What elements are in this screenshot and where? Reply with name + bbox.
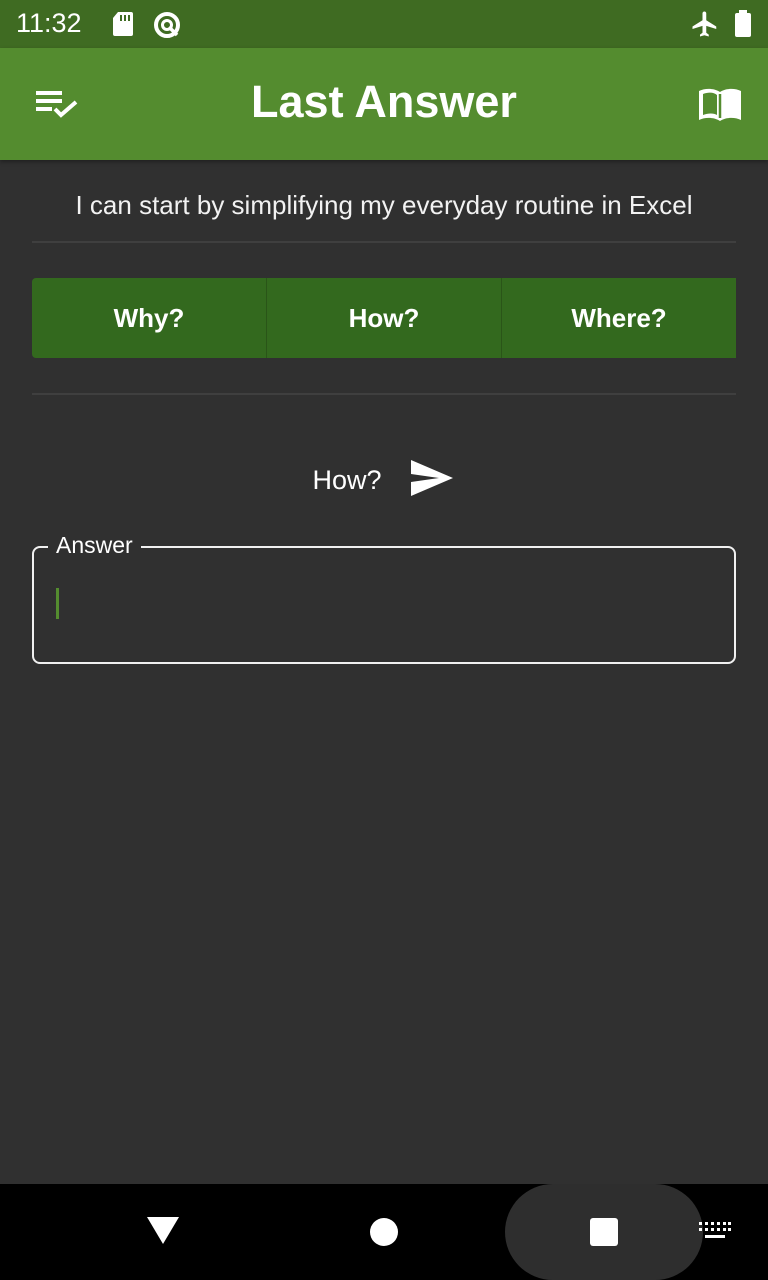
- recents-button[interactable]: [588, 1216, 620, 1253]
- divider-top: [32, 241, 736, 243]
- how-button[interactable]: How?: [267, 278, 502, 358]
- answer-input[interactable]: [54, 586, 714, 622]
- navigation-bar: [0, 1184, 768, 1280]
- app-bar: Last Answer: [0, 48, 768, 160]
- answer-field[interactable]: Answer: [32, 532, 736, 664]
- keyboard-icon: [698, 1222, 732, 1246]
- status-time: 11:32: [16, 8, 82, 38]
- sd-card-icon: [111, 10, 135, 43]
- question-text: I can start by simplifying my everyday r…: [75, 190, 693, 220]
- recents-icon: [588, 1218, 620, 1252]
- send-button[interactable]: [408, 456, 456, 504]
- selected-question-label: How?: [312, 464, 382, 495]
- page-title: Last Answer: [251, 76, 517, 127]
- airplane-mode-icon: [690, 9, 720, 44]
- home-icon: [368, 1218, 400, 1252]
- book-button[interactable]: [696, 80, 744, 128]
- send-icon: [409, 458, 455, 503]
- why-button[interactable]: Why?: [32, 278, 267, 358]
- selected-question-row: How?: [0, 455, 768, 505]
- where-button[interactable]: Where?: [502, 278, 736, 358]
- data-saver-icon: [152, 10, 182, 45]
- status-bar: 11:32: [0, 0, 768, 48]
- question-button-row: Why? How? Where?: [32, 278, 736, 358]
- divider-bottom: [32, 393, 736, 395]
- back-icon: [145, 1217, 181, 1250]
- battery-full-icon: [734, 10, 752, 43]
- home-button[interactable]: [368, 1216, 400, 1253]
- book-open-icon: [696, 88, 744, 132]
- back-button[interactable]: [145, 1214, 181, 1251]
- keyboard-button[interactable]: [698, 1220, 732, 1247]
- text-caret: [56, 588, 59, 619]
- answer-label: Answer: [48, 532, 141, 559]
